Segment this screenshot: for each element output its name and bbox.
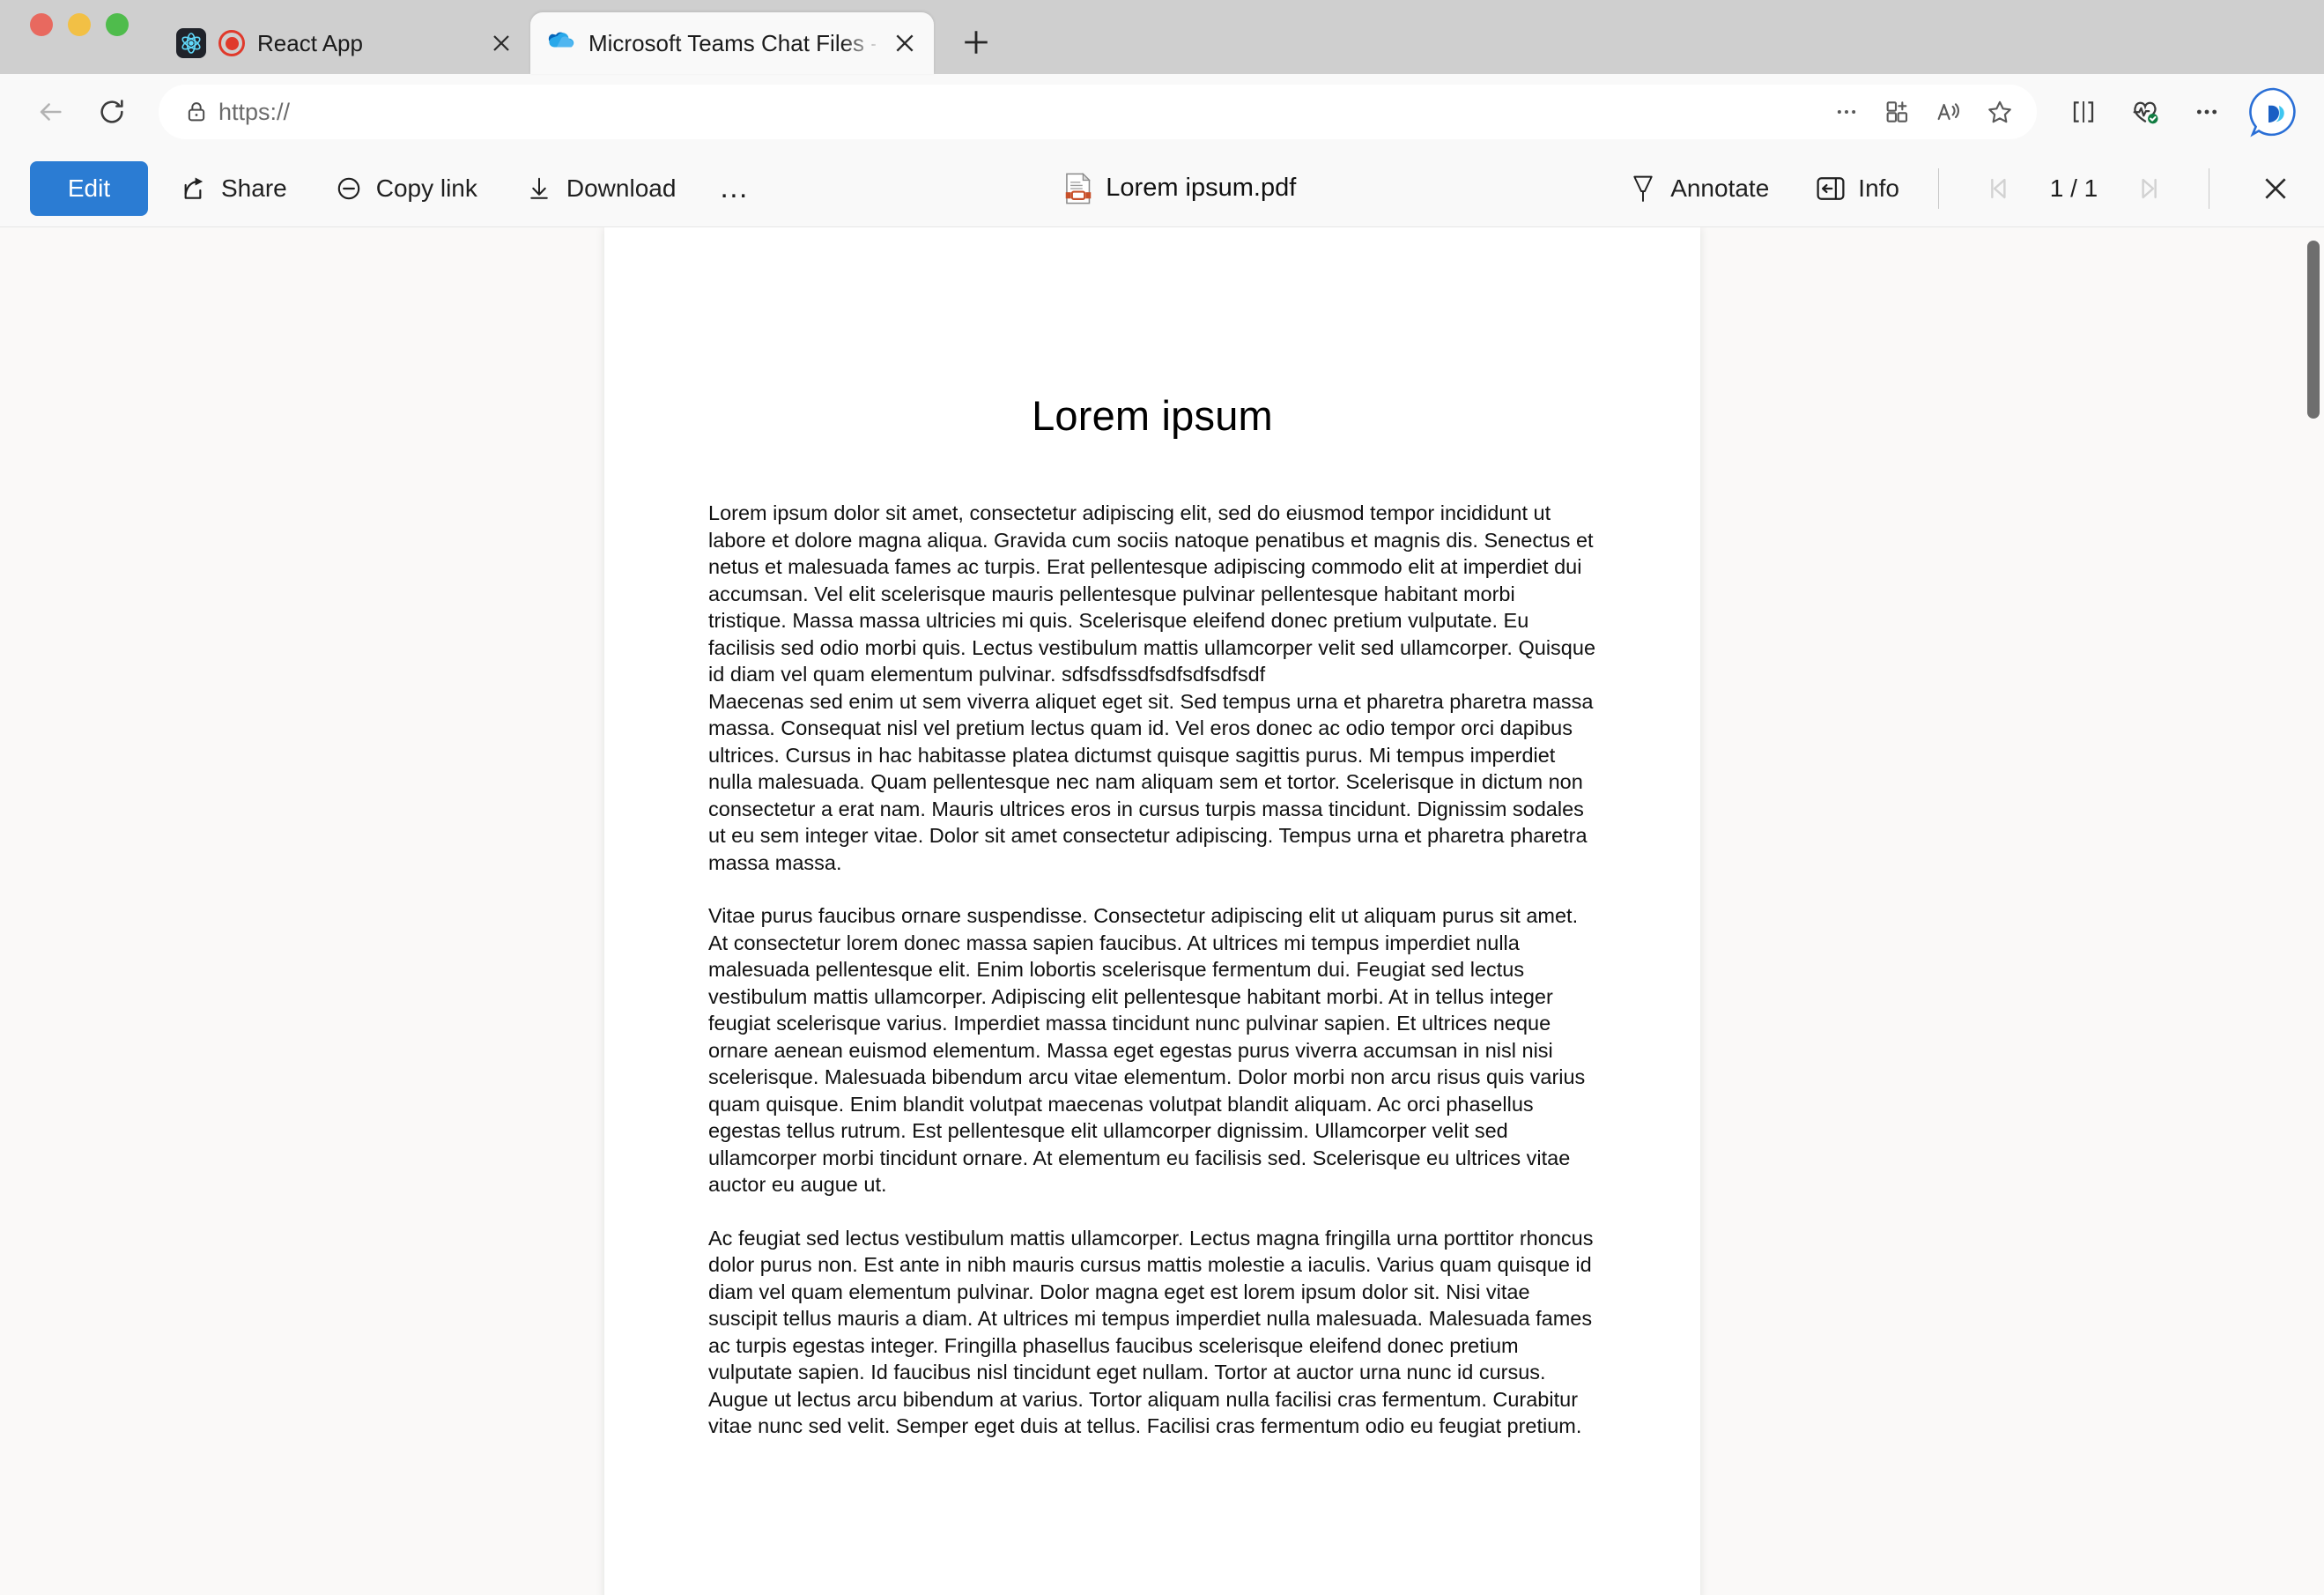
window-minimize-button[interactable] <box>68 13 91 36</box>
settings-and-more-icon[interactable] <box>2180 85 2234 139</box>
vertical-scrollbar[interactable] <box>2303 227 2324 1595</box>
collections-add-icon[interactable] <box>1875 89 1921 135</box>
pdf-actions-group: Share Copy link Download … <box>148 161 762 216</box>
document-paragraph: Lorem ipsum dolor sit amet, consectetur … <box>708 501 1596 686</box>
tab-title: Microsoft Teams Chat Files - O <box>588 29 876 56</box>
next-page-button[interactable] <box>2124 164 2173 213</box>
pdf-filename: Lorem ipsum.pdf <box>1106 174 1297 202</box>
recording-indicator-icon <box>218 30 245 56</box>
document-paragraph: Vitae purus faucibus ornare suspendisse.… <box>708 904 1586 1196</box>
window-close-button[interactable] <box>30 13 53 36</box>
back-button[interactable] <box>23 85 78 139</box>
favorites-star-icon[interactable] <box>1977 89 2023 135</box>
tab-react-app[interactable]: React App <box>160 12 530 74</box>
tab-close-button[interactable] <box>888 26 921 60</box>
info-button[interactable]: Info <box>1799 161 1915 216</box>
browser-essentials-icon[interactable] <box>2118 85 2172 139</box>
new-tab-button[interactable] <box>948 14 1004 70</box>
document-paragraph: Maecenas sed enim ut sem viverra aliquet… <box>708 689 1594 874</box>
share-label: Share <box>221 174 287 202</box>
more-options-button[interactable]: … <box>707 161 762 216</box>
more-omnibox-icon[interactable] <box>1824 89 1869 135</box>
pdf-toolbar: Edit Share Copy link Download … Lorem ip… <box>0 150 2324 227</box>
pdf-viewer: Edit Share Copy link Download … Lorem ip… <box>0 150 2324 1595</box>
browser-navigation-bar: https:// <box>0 74 2324 150</box>
annotate-button[interactable]: Annotate <box>1611 161 1785 216</box>
browser-window: React App Microsoft Teams Chat Files - O <box>0 0 2324 1595</box>
pdf-filename-area: Lorem ipsum.pdf <box>762 172 1597 205</box>
info-label: Info <box>1858 174 1899 202</box>
page-indicator: 1 / 1 <box>2049 174 2098 202</box>
document-paragraph: Ac feugiat sed lectus vestibulum mattis … <box>708 1226 1594 1438</box>
copilot-icon[interactable] <box>2248 86 2299 137</box>
tab-title: React App <box>257 29 363 56</box>
copy-link-label: Copy link <box>375 174 477 202</box>
reload-button[interactable] <box>85 85 139 139</box>
annotate-label: Annotate <box>1670 174 1770 202</box>
address-bar[interactable]: https:// <box>159 85 2037 139</box>
lock-icon <box>180 95 213 129</box>
toolbar-divider <box>1938 167 1939 209</box>
close-viewer-button[interactable] <box>2248 161 2303 216</box>
window-maximize-button[interactable] <box>106 13 129 36</box>
info-panel-icon <box>1815 173 1847 204</box>
pen-icon <box>1627 173 1659 204</box>
scrollbar-thumb[interactable] <box>2307 241 2320 419</box>
window-traffic-lights <box>30 0 129 74</box>
pdf-file-icon <box>1063 172 1093 205</box>
pdf-toolbar-right: Annotate Info 1 / 1 <box>1597 161 2303 216</box>
tab-close-button[interactable] <box>485 26 518 60</box>
address-bar-input[interactable]: https:// <box>218 99 1818 126</box>
tab-teams-chat-files[interactable]: Microsoft Teams Chat Files - O <box>530 12 934 74</box>
download-icon <box>523 173 555 204</box>
tab-strip: React App Microsoft Teams Chat Files - O <box>0 0 2324 74</box>
download-button[interactable]: Download <box>507 161 692 216</box>
react-logo-icon <box>176 28 206 58</box>
document-title: Lorem ipsum <box>1032 392 1273 439</box>
pdf-page-1: Lorem ipsum Lorem ipsum dolor sit amet, … <box>604 227 1700 1595</box>
share-button[interactable]: Share <box>162 161 303 216</box>
copy-link-button[interactable]: Copy link <box>317 161 493 216</box>
split-screen-icon[interactable] <box>2056 85 2111 139</box>
previous-page-button[interactable] <box>1974 164 2024 213</box>
download-label: Download <box>566 174 677 202</box>
onedrive-cloud-icon <box>546 28 576 58</box>
document-canvas: Lorem ipsum Lorem ipsum dolor sit amet, … <box>0 227 2324 1595</box>
edit-button[interactable]: Edit <box>30 160 148 216</box>
link-icon <box>333 173 365 204</box>
read-aloud-icon[interactable] <box>1926 89 1972 135</box>
share-icon <box>178 173 210 204</box>
